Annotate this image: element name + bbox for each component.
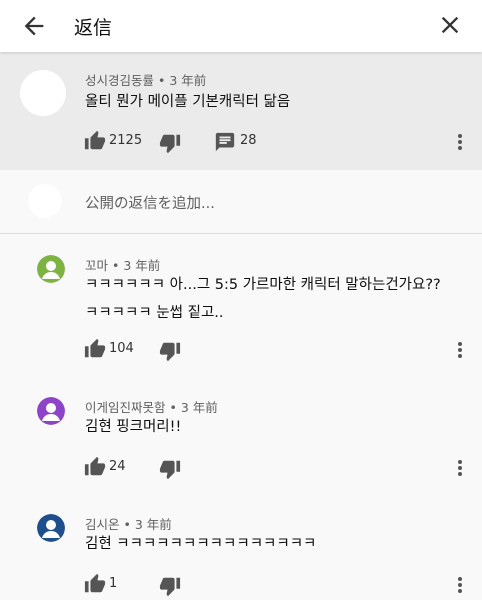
thumbs-down-icon[interactable] xyxy=(159,458,181,480)
avatar[interactable] xyxy=(20,70,66,116)
thumbs-down-icon[interactable] xyxy=(159,132,181,154)
comment-actions: 24 xyxy=(84,456,474,480)
comment-line: 김현 ㅋㅋㅋㅋㅋㅋㅋㅋㅋㅋㅋㅋㅋㅋㅋ xyxy=(85,536,317,552)
comment-line: ㅋㅋㅋㅋㅋㅋ 아...그 5:5 가르마한 캐릭터 말하는건가요?? xyxy=(85,277,441,293)
comment-author[interactable]: 성시경김동률 xyxy=(85,73,154,88)
reply-count: 28 xyxy=(240,133,257,148)
more-vert-icon[interactable] xyxy=(455,131,465,153)
like-count: 24 xyxy=(109,459,126,474)
reply-input-placeholder[interactable]: 公開の返信を追加... xyxy=(85,192,215,213)
comment-actions: 2125 28 xyxy=(84,130,474,154)
arrow-left-icon[interactable] xyxy=(20,12,48,40)
like-count: 2125 xyxy=(109,133,143,148)
comment-actions: 1 xyxy=(84,573,474,597)
comment-icon[interactable] xyxy=(214,131,236,153)
parent-comment: 성시경김동률 • 3 年前 올티 뭔가 메이플 기본캐릭터 닮음 2125 28 xyxy=(0,52,482,170)
meta-separator: • xyxy=(154,73,170,88)
avatar[interactable] xyxy=(37,397,65,425)
thumbs-down-icon[interactable] xyxy=(159,575,181,597)
add-reply-bar[interactable]: 公開の返信を追加... xyxy=(0,170,482,234)
comment-line: 김현 핑크머리!! xyxy=(85,419,182,435)
comment-time: 3 年前 xyxy=(180,400,218,415)
more-vert-icon[interactable] xyxy=(455,457,465,479)
avatar xyxy=(28,184,62,218)
comment-time: 3 年前 xyxy=(169,73,207,88)
thumbs-up-icon[interactable] xyxy=(84,573,106,595)
avatar[interactable] xyxy=(37,255,65,283)
comment-text: ㅋㅋㅋㅋㅋㅋ 아...그 5:5 가르마한 캐릭터 말하는건가요?? ㅋㅋㅋㅋㅋ… xyxy=(85,271,441,327)
top-app-bar: 返信 xyxy=(0,0,482,52)
comment-line: ㅋㅋㅋㅋㅋ 눈썹 짙고.. xyxy=(85,305,224,321)
comment-text: 김현 핑크머리!! xyxy=(85,413,181,441)
page-title: 返信 xyxy=(74,17,113,39)
more-vert-icon[interactable] xyxy=(455,339,465,361)
comment-line: 올티 뭔가 메이플 기본캐릭터 닮음 xyxy=(85,94,291,110)
close-icon[interactable] xyxy=(436,11,464,39)
comment-meta: 성시경김동률 • 3 年前 xyxy=(85,70,206,89)
comment-actions: 104 xyxy=(84,338,474,362)
avatar[interactable] xyxy=(37,514,65,542)
thumbs-up-icon[interactable] xyxy=(84,338,106,360)
comment-text: 김현 ㅋㅋㅋㅋㅋㅋㅋㅋㅋㅋㅋㅋㅋㅋㅋ xyxy=(85,530,316,558)
like-count: 1 xyxy=(109,576,118,591)
thumbs-down-icon[interactable] xyxy=(159,340,181,362)
more-vert-icon[interactable] xyxy=(455,574,465,596)
comment-text: 올티 뭔가 메이플 기본캐릭터 닮음 xyxy=(85,88,290,116)
thumbs-up-icon[interactable] xyxy=(84,456,106,478)
thumbs-up-icon[interactable] xyxy=(84,130,106,152)
like-count: 104 xyxy=(109,341,134,356)
